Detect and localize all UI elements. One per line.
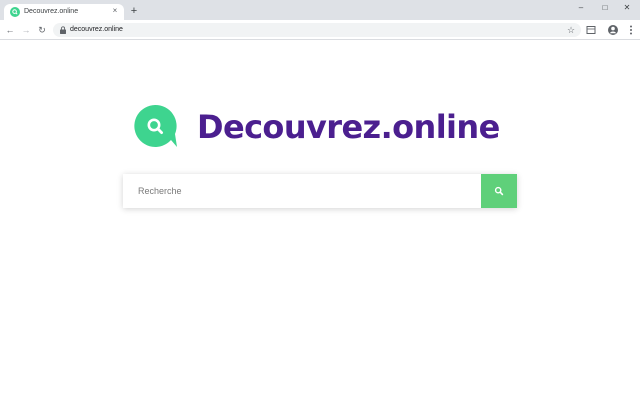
lock-icon bbox=[60, 26, 66, 34]
search-icon bbox=[494, 186, 504, 196]
chat-search-logo-icon bbox=[134, 104, 177, 147]
reload-button[interactable]: ↻ bbox=[36, 24, 48, 36]
browser-toolbar: ← → ↻ decouvrez.online ☆ bbox=[0, 20, 640, 40]
tab-close-icon[interactable]: × bbox=[110, 6, 120, 16]
search-box bbox=[123, 174, 517, 208]
star-icon[interactable]: ☆ bbox=[565, 24, 577, 36]
new-tab-button[interactable]: + bbox=[128, 5, 140, 17]
search-button[interactable] bbox=[481, 174, 517, 208]
logo-text: Decouvrez.online bbox=[197, 108, 500, 146]
search-input[interactable] bbox=[123, 174, 481, 208]
profile-icon[interactable] bbox=[607, 24, 619, 36]
tab-title: Decouvrez.online bbox=[24, 8, 79, 15]
menu-icon[interactable] bbox=[625, 24, 637, 36]
close-window-button[interactable]: ✕ bbox=[621, 2, 633, 14]
minimize-button[interactable]: – bbox=[575, 2, 587, 14]
back-button[interactable]: ← bbox=[4, 24, 16, 36]
browser-tab[interactable]: Decouvrez.online × bbox=[4, 4, 124, 20]
tab-strip: Decouvrez.online × + – □ ✕ bbox=[0, 0, 640, 20]
address-bar[interactable]: decouvrez.online ☆ bbox=[53, 23, 581, 37]
url-text: decouvrez.online bbox=[70, 26, 123, 33]
media-icon[interactable] bbox=[585, 24, 597, 36]
favicon-icon bbox=[10, 7, 20, 17]
forward-button[interactable]: → bbox=[20, 24, 32, 36]
maximize-button[interactable]: □ bbox=[599, 2, 611, 14]
